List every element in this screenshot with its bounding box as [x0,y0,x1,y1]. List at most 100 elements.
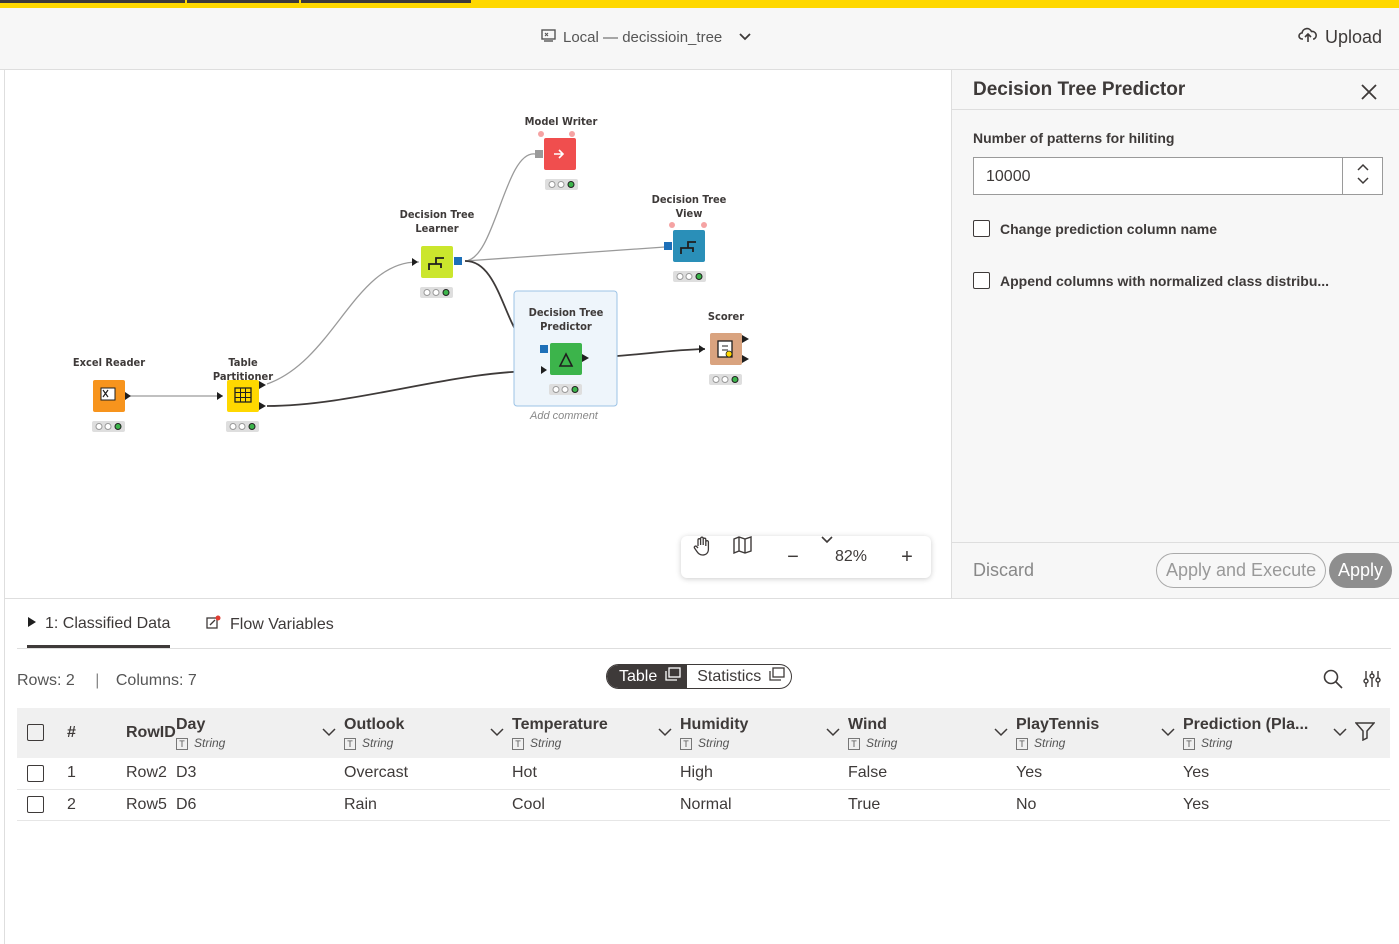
column-name: Prediction (Pla... [1183,716,1309,733]
view-label: Table [619,667,658,685]
chevron-down-icon[interactable] [490,724,504,740]
node-label-excel-reader: Excel Reader [72,356,146,369]
column-header-humidity[interactable]: Humidity T String [680,708,848,758]
column-name: Temperature [512,716,608,733]
node-label-decision-tree-predictor: Decision Tree Predictor [528,306,604,333]
rows-count: Rows: 2 [17,672,75,689]
patterns-number-input[interactable]: 10000 [973,157,1383,195]
node-label-decision-tree-view: Decision Tree View [651,193,727,220]
zoom-out-button[interactable]: − [777,536,809,578]
top-color-strip [0,0,1399,8]
change-prediction-option[interactable]: Change prediction column name [973,220,1217,237]
rowid-header: RowID [126,724,176,741]
node-decision-tree-view[interactable] [664,222,707,282]
table-cell: Normal [680,789,848,821]
open-window-icon[interactable] [769,667,785,686]
chevron-down-icon[interactable] [826,724,840,740]
filter-button[interactable] [1354,708,1390,758]
node-label-model-writer: Model Writer [524,115,598,128]
column-header-temperature[interactable]: Temperature T String [512,708,680,758]
table-cell: Yes [1183,758,1355,790]
column-type: T String [680,736,848,750]
minimap-button[interactable] [733,536,765,578]
string-type-icon: T [848,738,860,750]
chevron-down-icon[interactable] [322,724,336,740]
minus-icon: − [787,545,799,568]
column-name: Wind [848,716,887,733]
node-label-decision-tree-learner: Decision Tree Learner [399,208,475,235]
row-checkbox[interactable] [27,764,44,782]
chevron-down-icon[interactable] [1161,724,1175,740]
table-cell: Yes [1183,789,1355,821]
column-header-wind[interactable]: Wind T String [848,708,1016,758]
statistics-view-button[interactable]: Statistics [687,665,791,688]
divider [952,542,1399,543]
string-type-icon: T [512,738,524,750]
zoom-level-dropdown[interactable]: 82% [821,536,887,578]
row-id: Row2 [114,758,176,790]
local-space-icon [541,28,557,46]
append-columns-option[interactable]: Append columns with normalized class dis… [973,272,1329,289]
workflow-header: Local — decissioin_tree Upload [0,8,1399,70]
table-cell: Yes [1016,758,1183,790]
project-selector[interactable]: Local — decissioin_tree [541,28,752,46]
open-window-icon[interactable] [665,667,681,686]
pan-mode-button[interactable] [693,536,725,578]
play-icon [27,615,37,633]
flow-variable-icon [206,615,222,634]
add-comment-link[interactable]: Add comment [530,410,598,422]
number-spinner[interactable] [1342,158,1382,194]
chevron-down-icon[interactable] [658,724,672,740]
upload-label: Upload [1324,27,1382,47]
patterns-label: Number of patterns for hiliting [973,130,1175,146]
append-columns-checkbox[interactable] [973,272,990,289]
view-label: Statistics [697,667,762,685]
app-tab-indicator [301,0,471,3]
close-panel-button[interactable] [1361,80,1377,106]
tab-flow-variables[interactable]: Flow Variables [206,615,334,634]
node-table-partitioner[interactable] [217,380,266,432]
discard-button[interactable]: Discard [973,560,1034,581]
chevron-down-icon[interactable] [1333,724,1347,740]
upload-button[interactable]: Upload [1298,26,1382,49]
table-row[interactable]: 2 Row5 D6 Rain Cool Normal True No Yes [17,789,1390,821]
tab-classified-data[interactable]: 1: Classified Data [27,615,171,648]
node-decision-tree-learner[interactable] [412,246,462,298]
chevron-up-icon[interactable] [1356,162,1369,176]
column-name: Outlook [344,716,405,733]
node-scorer[interactable] [699,333,749,385]
meta-separator: | [95,672,100,689]
app-tab-indicator [0,0,185,3]
search-button[interactable] [1323,669,1343,694]
column-header-playtennis[interactable]: PlayTennis T String [1016,708,1183,758]
table-row[interactable]: 1 Row2 D3 Overcast Hot High False Yes Ye… [17,758,1390,790]
sliders-icon [1362,671,1382,693]
zoom-in-button[interactable]: + [891,536,923,578]
node-label-table-partitioner: Table Partitioner [212,356,274,383]
patterns-value: 10000 [986,168,1031,185]
string-type-icon: T [176,738,188,750]
table-view-button[interactable]: Table [607,665,688,688]
node-config-panel: Decision Tree Predictor Number of patter… [951,70,1399,598]
apply-and-execute-button[interactable]: Apply and Execute [1156,553,1327,588]
node-excel-reader[interactable] [92,380,131,432]
row-checkbox[interactable] [27,795,44,813]
connection [266,370,542,407]
column-header-prediction[interactable]: Prediction (Pla... T String [1183,708,1355,758]
apply-button[interactable]: Apply [1329,553,1392,588]
column-header-day[interactable]: Day T String [176,708,344,758]
chevron-down-icon[interactable] [994,724,1008,740]
workflow-canvas[interactable]: Excel Reader Table Partitioner Decision … [4,70,951,598]
select-all-checkbox[interactable] [27,724,44,742]
connection [266,261,420,385]
column-header-outlook[interactable]: Outlook T String [344,708,512,758]
change-prediction-checkbox[interactable] [973,220,990,237]
column-type: T String [1016,736,1183,750]
chevron-down-icon[interactable] [1356,176,1369,190]
node-model-writer[interactable] [535,131,578,190]
column-type: T String [1183,736,1355,750]
index-header: # [67,724,76,741]
column-settings-button[interactable] [1362,669,1382,694]
columns-count: Columns: 7 [115,672,197,689]
table-cell: No [1016,789,1183,821]
